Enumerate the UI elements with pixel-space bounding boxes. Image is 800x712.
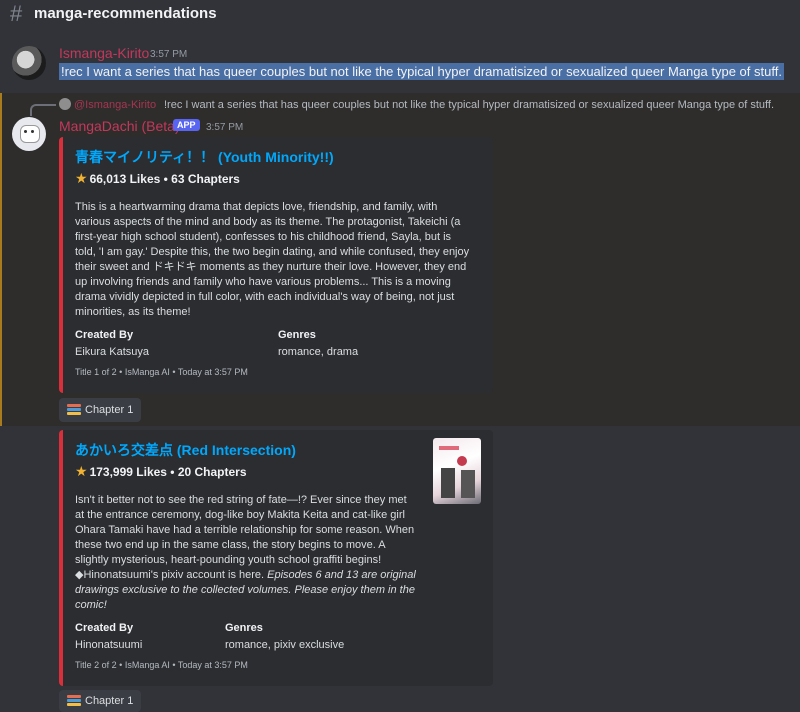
chapter-button[interactable]: Chapter 1 [59, 690, 142, 712]
embed-footer: Title 1 of 2 • IsManga AI • Today at 3:5… [75, 367, 248, 377]
genres-value: romance, drama [278, 346, 359, 358]
reply-arrow-icon [30, 104, 56, 116]
created-by-label: Created By [75, 622, 134, 634]
embed-description: This is a heartwarming drama that depict… [75, 201, 470, 318]
embed-stats: ★ 66,013 Likes • 63 Chapters [75, 170, 240, 186]
embed-title[interactable]: 青春マイノリティ！！ (Youth Minority!!) [75, 147, 334, 167]
robot-icon [20, 125, 40, 143]
chapter-button[interactable]: Chapter 1 [59, 398, 142, 422]
manga-embed: あかいろ交差点 (Red Intersection) ★ 173,999 Like… [59, 430, 493, 686]
reply-text[interactable]: !rec I want a series that has queer coup… [164, 99, 774, 111]
embed-stats: ★ 173,999 Likes • 20 Chapters [75, 463, 247, 479]
avatar[interactable] [12, 46, 46, 80]
reply-avatar [59, 98, 71, 110]
bot-author[interactable]: MangaDachi (Beta) [59, 118, 180, 134]
embed-footer: Title 2 of 2 • IsManga AI • Today at 3:5… [75, 660, 248, 670]
bot-avatar[interactable] [12, 117, 46, 151]
star-icon: ★ [75, 463, 88, 479]
created-by-label: Created By [75, 329, 134, 341]
channel-header: # manga-recommendations [0, 0, 800, 27]
cover-thumbnail[interactable] [433, 438, 481, 504]
created-by-value: Hinonatsuumi [75, 639, 143, 651]
genres-label: Genres [278, 329, 316, 341]
bot-timestamp: 3:57 PM [206, 122, 244, 133]
manga-embed: 青春マイノリティ！！ (Youth Minority!!) ★ 66,013 Li… [59, 137, 493, 393]
created-by-value: Eikura Katsuya [75, 346, 149, 358]
genres-label: Genres [225, 622, 263, 634]
embed-title[interactable]: あかいろ交差点 (Red Intersection) [75, 440, 296, 460]
star-icon: ★ [75, 170, 88, 186]
channel-name: manga-recommendations [34, 5, 217, 22]
books-icon [67, 404, 81, 416]
message-author[interactable]: Ismanga-Kirito [59, 45, 149, 61]
chapter-button-label: Chapter 1 [85, 404, 134, 416]
message-text: !rec I want a series that has queer coup… [59, 63, 784, 80]
app-badge: APP [173, 119, 200, 131]
embed-description: Isn't it better not to see the red strin… [75, 494, 416, 611]
hashtag-icon: # [10, 0, 23, 26]
message-timestamp: 3:57 PM [150, 49, 188, 60]
reply-author[interactable]: @Ismanga-Kirito [74, 99, 156, 111]
chapter-button-label: Chapter 1 [85, 695, 134, 707]
books-icon [67, 695, 81, 707]
genres-value: romance, pixiv exclusive [225, 639, 345, 651]
message-user: Ismanga-Kirito 3:57 PM !rec I want a ser… [0, 42, 800, 86]
